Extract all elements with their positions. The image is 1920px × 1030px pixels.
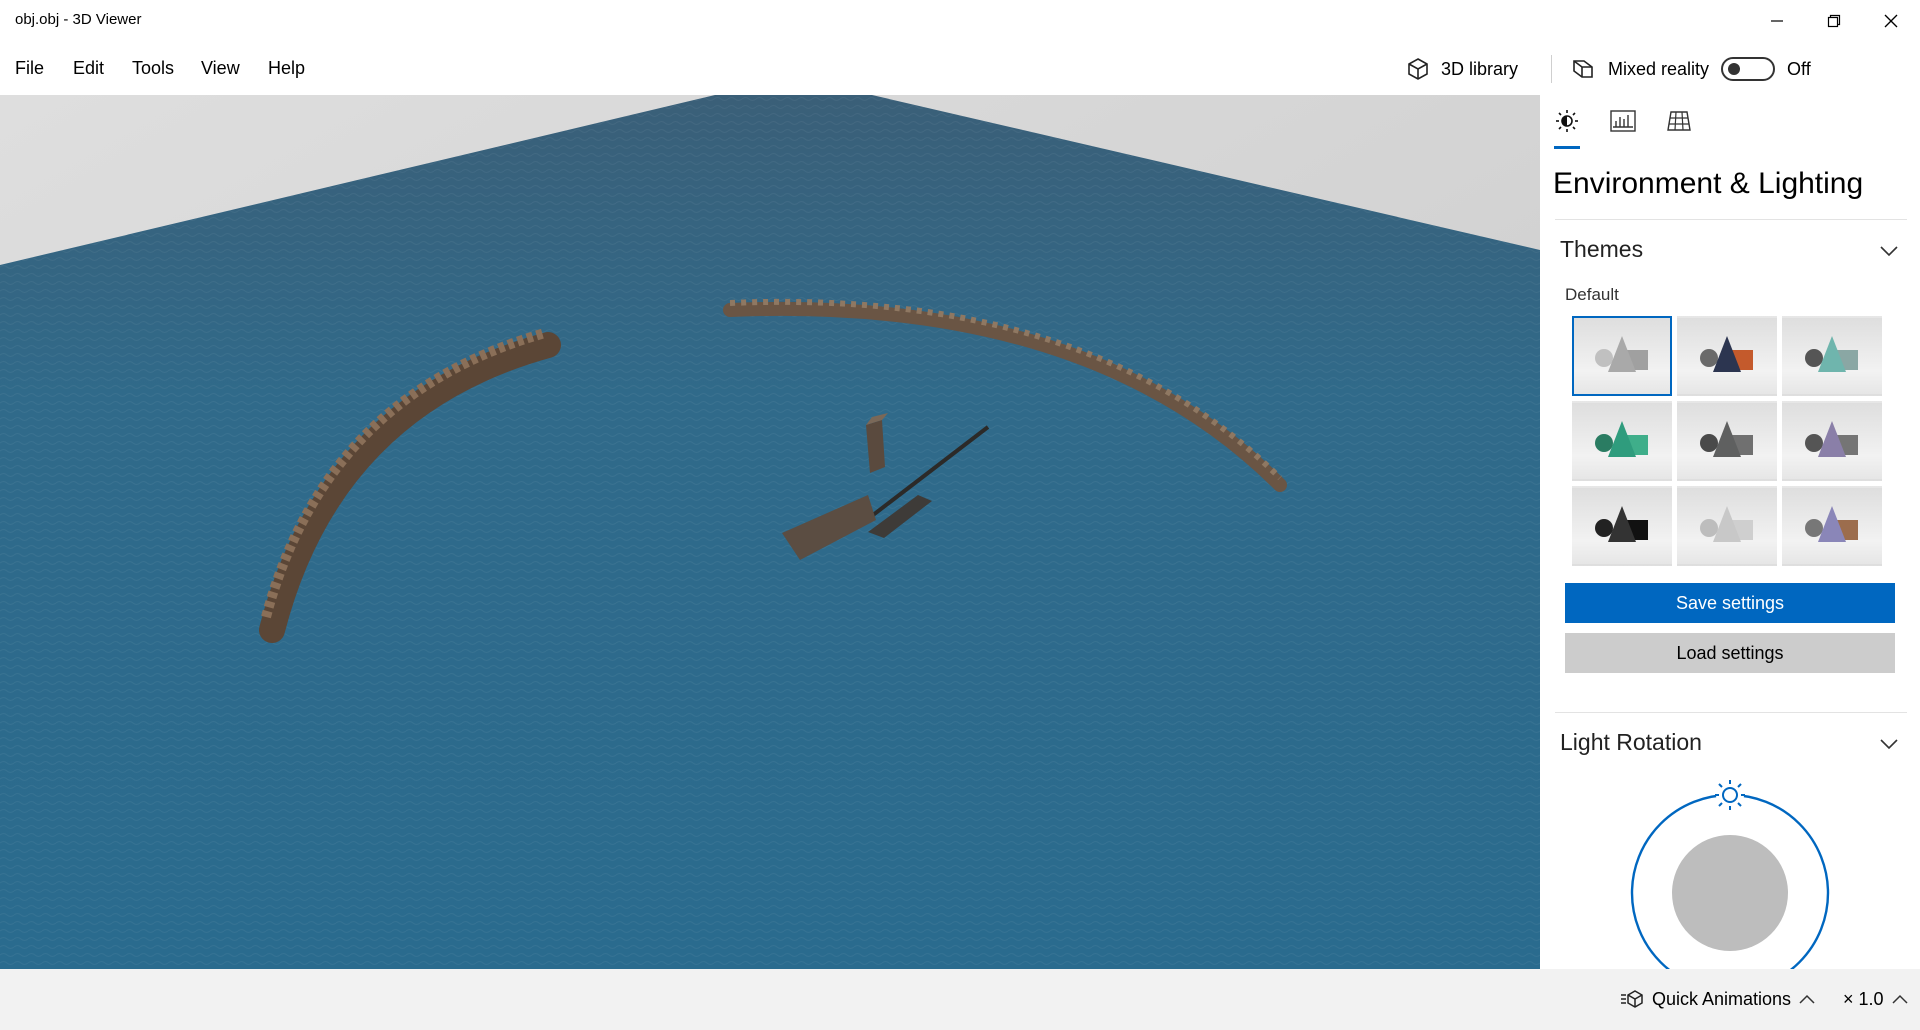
mixed-reality-toggle[interactable] [1721, 57, 1776, 81]
mixed-reality-icon [1573, 60, 1593, 78]
theme-thumbnail[interactable] [1782, 316, 1882, 396]
themes-group-label: Default [1565, 285, 1619, 304]
theme-sphere [1595, 349, 1613, 367]
chevron-down-icon[interactable] [1880, 738, 1898, 750]
animation-speed-button[interactable]: × 1.0 [1843, 987, 1908, 1011]
close-icon [1884, 14, 1897, 27]
theme-preview-shapes [1700, 421, 1753, 457]
mixed-reality-group: Mixed reality Off [1570, 53, 1811, 85]
themes-header[interactable]: Themes [1560, 236, 1643, 263]
quick-animations-button[interactable]: Quick Animations [1620, 987, 1815, 1011]
3d-library-label: 3D library [1441, 58, 1519, 79]
theme-preview-shapes [1805, 336, 1858, 372]
ocean-texture [0, 95, 1540, 969]
restore-icon [1827, 14, 1840, 27]
3d-viewport[interactable] [0, 95, 1540, 969]
theme-thumbnail[interactable] [1572, 486, 1672, 566]
theme-preview-shapes [1700, 336, 1753, 372]
menu-edit[interactable]: Edit [73, 58, 104, 79]
animation-icon [1621, 990, 1643, 1008]
tab-grid-view[interactable] [1666, 109, 1692, 149]
theme-thumbnail[interactable] [1572, 316, 1672, 396]
3d-library-button[interactable]: 3D library [1405, 53, 1518, 85]
minimize-button[interactable] [1748, 0, 1805, 41]
panel-tabs [1554, 109, 1692, 149]
theme-sphere [1805, 519, 1823, 537]
close-button[interactable] [1862, 0, 1919, 41]
restore-button[interactable] [1805, 0, 1862, 41]
mixed-reality-label: Mixed reality [1608, 58, 1710, 79]
tab-environment-lighting[interactable] [1554, 109, 1580, 149]
theme-thumbnail[interactable] [1677, 486, 1777, 566]
theme-sphere [1700, 349, 1718, 367]
theme-preview-shapes [1595, 506, 1648, 542]
theme-sphere [1595, 434, 1613, 452]
theme-preview-shapes [1700, 506, 1753, 542]
scene-canvas[interactable] [0, 95, 1540, 969]
toolbar-divider [1551, 55, 1552, 83]
save-settings-button[interactable]: Save settings [1565, 583, 1895, 623]
theme-sphere [1700, 519, 1718, 537]
theme-preview-shapes [1805, 506, 1858, 542]
menu-help[interactable]: Help [268, 58, 305, 79]
panel-title: Environment & Lighting [1553, 167, 1864, 200]
animation-speed-label: × 1.0 [1843, 988, 1884, 1009]
theme-preview-shapes [1595, 336, 1648, 372]
theme-preview-shapes [1595, 421, 1648, 457]
section-divider [1555, 712, 1907, 713]
menu-tools[interactable]: Tools [132, 58, 174, 79]
load-settings-button[interactable]: Load settings [1565, 633, 1895, 673]
light-rotation-dial[interactable] [1625, 775, 1835, 969]
status-bar: Quick Animations × 1.0 [0, 969, 1920, 1030]
theme-sphere [1805, 434, 1823, 452]
theme-thumbnail[interactable] [1677, 401, 1777, 481]
theme-thumbnail[interactable] [1782, 486, 1882, 566]
stats-icon [1610, 110, 1636, 132]
theme-sphere [1595, 519, 1613, 537]
light-sphere-preview [1672, 835, 1788, 951]
menu-bar: File Edit Tools View Help 3D library Mix… [0, 41, 1920, 95]
tab-stats-shading[interactable] [1610, 109, 1636, 149]
chevron-up-icon [1799, 994, 1815, 1004]
mixed-reality-state: Off [1787, 58, 1811, 79]
toggle-knob [1728, 63, 1741, 75]
grid-icon [1667, 111, 1691, 131]
menu-view[interactable]: View [201, 58, 240, 79]
section-divider [1555, 219, 1907, 220]
chevron-down-icon[interactable] [1880, 245, 1898, 257]
settings-panel: Environment & Lighting Themes Default Sa… [1540, 95, 1920, 969]
light-rotation-header[interactable]: Light Rotation [1560, 729, 1702, 756]
theme-thumbnail[interactable] [1572, 401, 1672, 481]
theme-sphere [1805, 349, 1823, 367]
window-title: obj.obj - 3D Viewer [15, 11, 142, 28]
quick-animations-label: Quick Animations [1652, 988, 1792, 1009]
theme-sphere [1700, 434, 1718, 452]
theme-thumbnail[interactable] [1782, 401, 1882, 481]
cube-icon [1408, 58, 1428, 80]
title-bar: obj.obj - 3D Viewer [0, 0, 1920, 41]
theme-preview-shapes [1805, 421, 1858, 457]
sun-icon [1556, 110, 1578, 132]
sun-handle-icon[interactable] [1715, 780, 1745, 810]
menu-file[interactable]: File [15, 58, 44, 79]
themes-grid [1572, 316, 1882, 566]
theme-thumbnail[interactable] [1677, 316, 1777, 396]
chevron-up-icon [1892, 994, 1908, 1004]
minimize-icon [1770, 19, 1783, 22]
